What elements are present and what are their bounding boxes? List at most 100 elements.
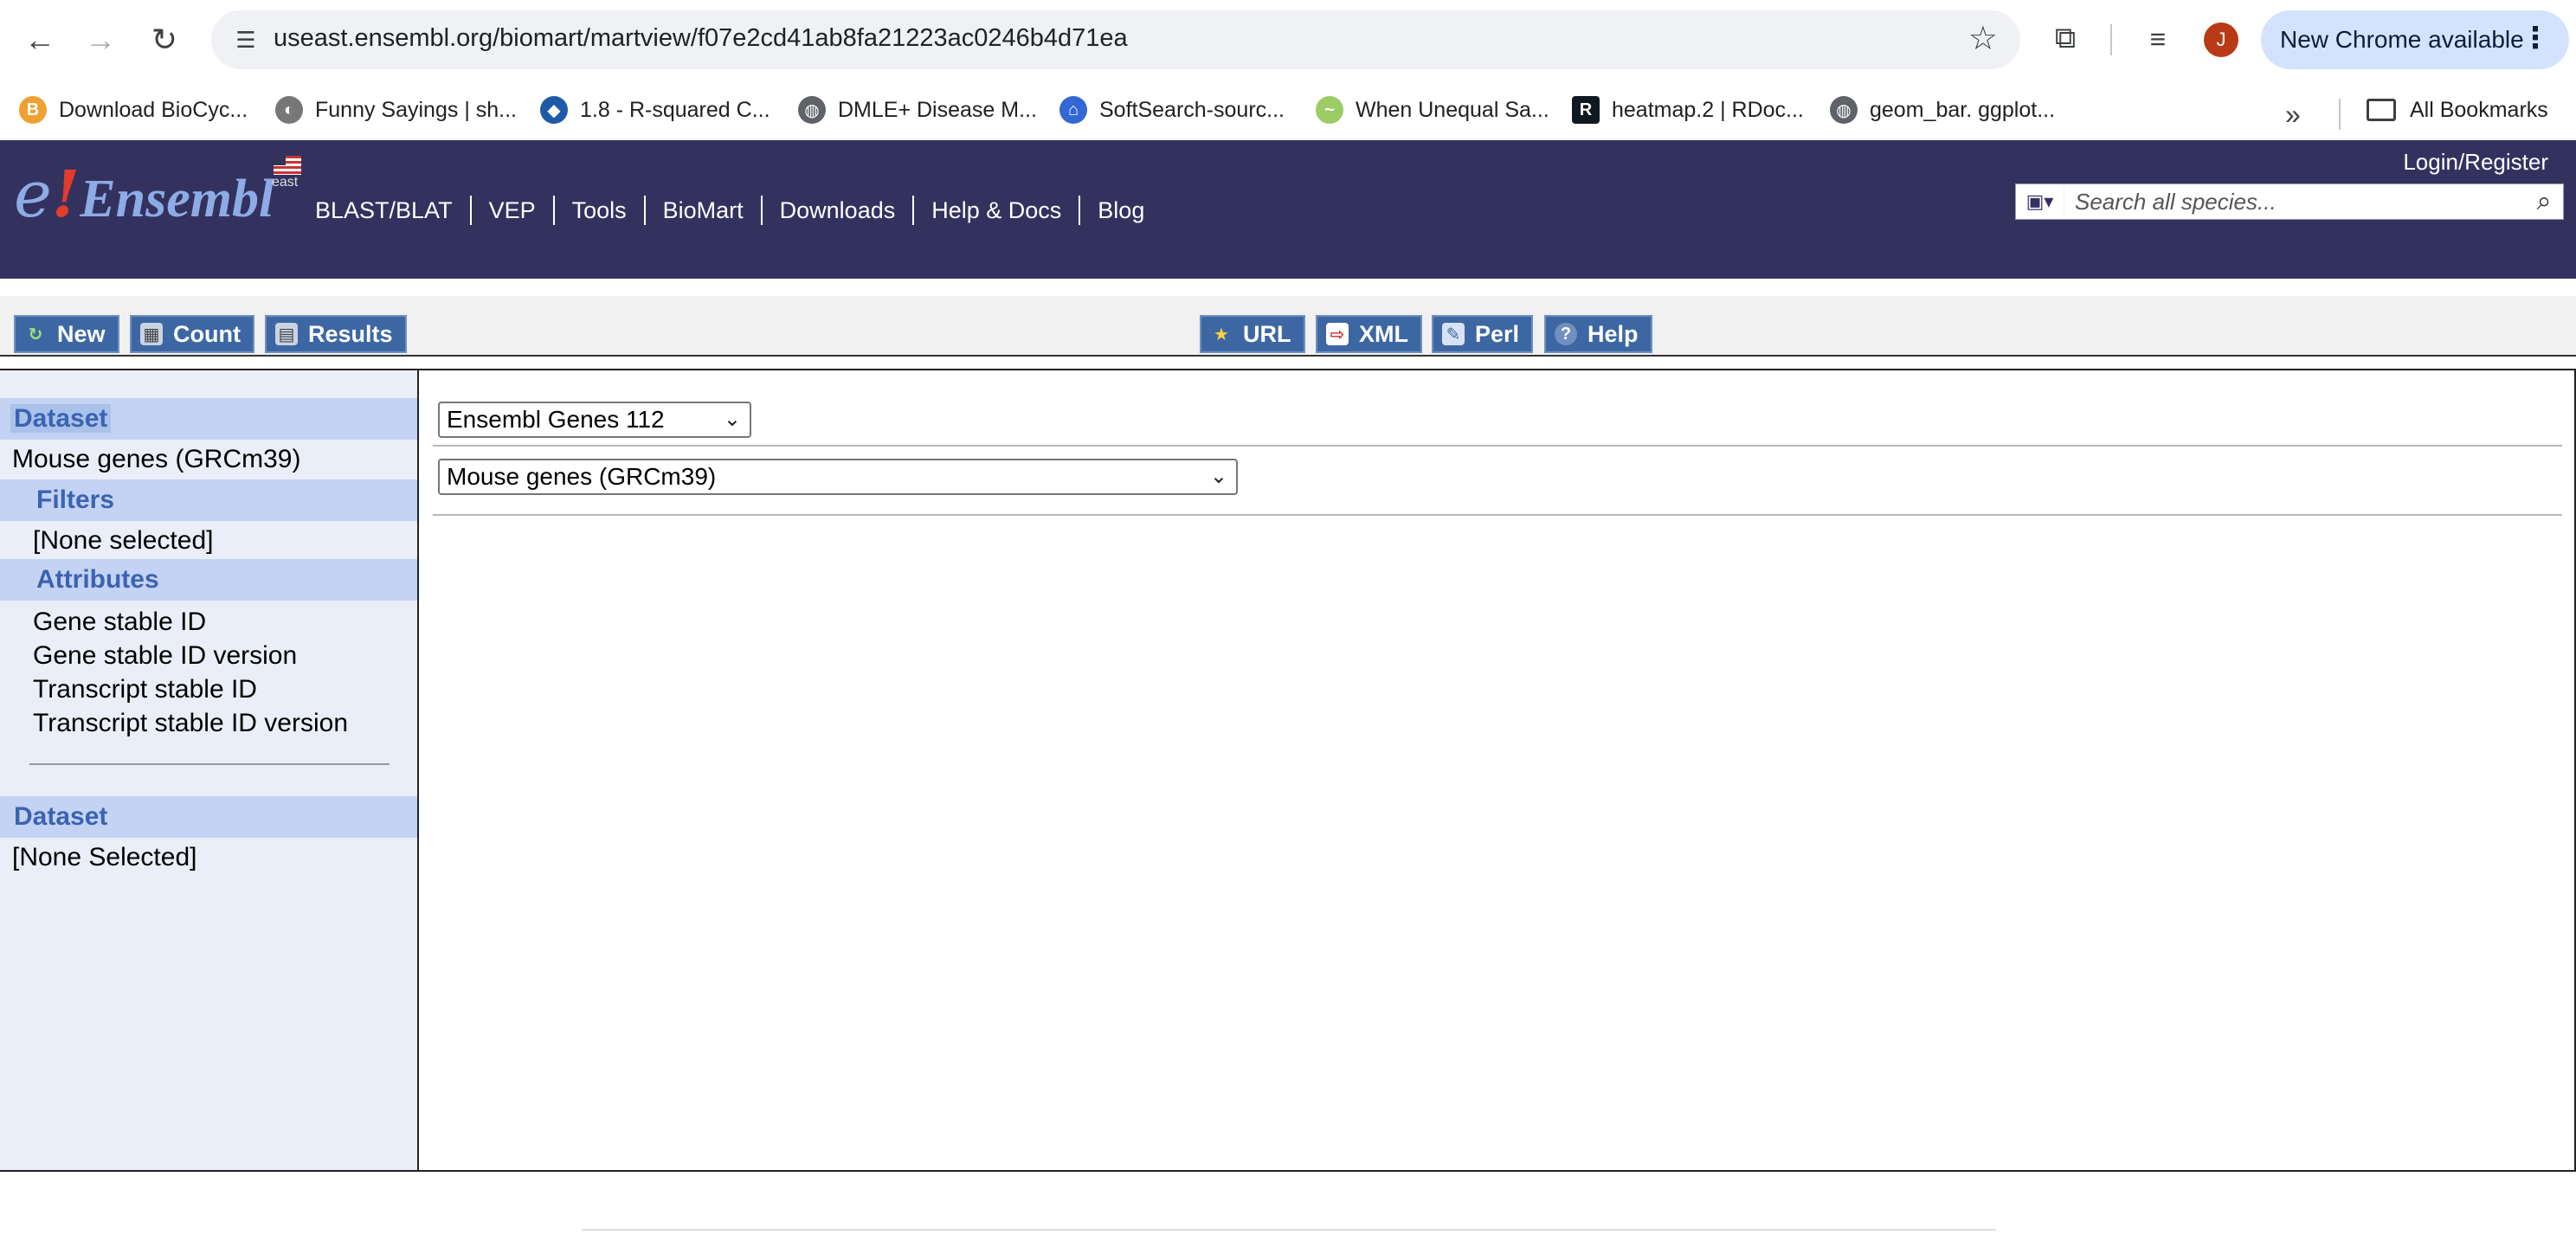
help-button-label: Help — [1587, 320, 1639, 347]
reload-icon[interactable]: ↻ — [138, 14, 190, 66]
bookmark-label: SoftSearch-sourc... — [1099, 97, 1285, 122]
xml-button-label: XML — [1359, 320, 1408, 347]
filters-section-header[interactable]: Filters — [0, 479, 417, 521]
nav-tools[interactable]: Tools — [552, 196, 644, 225]
bookmarks-bar: B Download BioCyc... ◐ Funny Sayings | s… — [0, 81, 2576, 140]
dataset-header-label: Dataset — [10, 404, 112, 433]
perl-button[interactable]: ✎ Perl — [1432, 315, 1534, 353]
help-button[interactable]: ? Help — [1544, 315, 1652, 353]
bookmark-label: DMLE+ Disease M... — [838, 97, 1037, 122]
profile-avatar[interactable]: J — [2204, 23, 2238, 57]
divider — [433, 514, 2562, 516]
query-summary-sidebar: Dataset Mouse genes (GRCm39) Filters [No… — [0, 370, 419, 1170]
bookmark-item[interactable]: B Download BioCyc... — [19, 90, 248, 130]
count-button[interactable]: ▦ Count — [130, 315, 254, 353]
bookmark-item[interactable]: ◍ geom_bar. ggplot... — [1830, 90, 2055, 130]
attributes-section-header[interactable]: Attributes — [0, 559, 417, 601]
database-select[interactable]: Ensembl Genes 112 ⌄ — [438, 402, 751, 438]
bookmark-label: When Unequal Sa... — [1356, 97, 1549, 122]
filters-value[interactable]: [None selected] — [33, 526, 213, 556]
favicon-icon: ~ — [1316, 96, 1343, 124]
logo-word: Ensembl — [80, 170, 274, 228]
bookmark-label: 1.8 - R-squared C... — [580, 97, 770, 122]
bookmark-item[interactable]: ◍ DMLE+ Disease M... — [798, 90, 1037, 130]
nav-help-docs[interactable]: Help & Docs — [912, 196, 1079, 225]
dataset-section-header[interactable]: Dataset — [0, 398, 417, 440]
url-text[interactable]: useast.ensembl.org/biomart/martview/f07e… — [274, 24, 1128, 53]
bookmark-item[interactable]: ◐ Funny Sayings | sh... — [275, 90, 517, 130]
url-button-label: URL — [1243, 320, 1291, 347]
calculator-icon: ▦ — [140, 323, 163, 345]
new-button[interactable]: ↻ New — [14, 315, 119, 353]
folder-icon — [2367, 99, 2396, 121]
dataset2-section-header[interactable]: Dataset — [0, 796, 417, 838]
star-icon: ★ — [1214, 325, 1229, 344]
bookmarks-divider — [2339, 99, 2341, 130]
media-control-icon[interactable]: ≡ — [2138, 19, 2178, 59]
login-register-link[interactable]: Login/Register — [2403, 149, 2548, 176]
nav-blog[interactable]: Blog — [1079, 196, 1162, 225]
extensions-icon[interactable]: ⧉ — [2046, 19, 2084, 57]
biomart-toolbar: ↻ New ▦ Count ▤ Results ★ URL ⇨ XML ✎ Pe… — [0, 296, 2576, 357]
nav-biomart[interactable]: BioMart — [643, 196, 761, 225]
table-icon: ▤ — [275, 323, 298, 345]
dataset-select[interactable]: Mouse genes (GRCm39) ⌄ — [438, 459, 1238, 495]
species-selector-icon[interactable]: ▣▾ — [2016, 184, 2064, 219]
dataset-panel: Ensembl Genes 112 ⌄ Mouse genes (GRCm39)… — [421, 370, 2574, 1170]
species-search-box[interactable]: ▣▾ Search all species... ⌕ — [2015, 183, 2564, 220]
attribute-item: Gene stable ID — [33, 608, 207, 636]
address-bar[interactable]: ☰ useast.ensembl.org/biomart/martview/f0… — [211, 10, 2020, 69]
bookmark-item[interactable]: ⌂ SoftSearch-sourc... — [1059, 90, 1285, 130]
favicon-icon: ⌂ — [1059, 96, 1087, 124]
us-flag-icon — [274, 156, 301, 175]
ensembl-logo[interactable]: e! Ensembl — [14, 158, 274, 232]
bookmark-label: Funny Sayings | sh... — [315, 97, 517, 122]
xml-button[interactable]: ⇨ XML — [1316, 315, 1422, 353]
menu-kebab-icon[interactable]: ⋮ — [2521, 21, 2550, 55]
bookmark-item[interactable]: R heatmap.2 | RDoc... — [1572, 90, 1804, 130]
attribute-item: Transcript stable ID version — [33, 709, 349, 737]
all-bookmarks-label: All Bookmarks — [2410, 97, 2548, 122]
bookmark-star-icon[interactable]: ☆ — [1968, 19, 1998, 58]
logo-e: e — [14, 158, 52, 232]
back-arrow-icon[interactable]: ← — [14, 14, 66, 66]
filters-header-label: Filters — [36, 485, 115, 514]
new-button-label: New — [57, 320, 106, 347]
refresh-icon: ↻ — [28, 325, 43, 344]
forward-arrow-icon[interactable]: → — [74, 14, 126, 66]
search-input[interactable]: Search all species... — [2064, 189, 2525, 215]
dataset-value[interactable]: Mouse genes (GRCm39) — [12, 445, 300, 474]
chrome-update-label: New Chrome available — [2280, 26, 2524, 53]
chevron-down-icon: ⌄ — [1209, 465, 1227, 488]
bookmark-item[interactable]: ◆ 1.8 - R-squared C... — [540, 90, 770, 130]
ensembl-header: e! Ensembl east BLAST/BLAT VEP Tools BioM… — [0, 140, 2576, 279]
browser-toolbar: ← → ↻ ☰ useast.ensembl.org/biomart/martv… — [0, 0, 2576, 81]
favicon-icon: ◐ — [275, 96, 303, 124]
all-bookmarks-button[interactable]: All Bookmarks — [2367, 90, 2548, 130]
attribute-item: Gene stable ID version — [33, 641, 298, 670]
url-button[interactable]: ★ URL — [1200, 315, 1305, 353]
perl-button-label: Perl — [1475, 320, 1520, 347]
bookmark-item[interactable]: ~ When Unequal Sa... — [1316, 90, 1549, 130]
results-button[interactable]: ▤ Results — [265, 315, 407, 353]
search-icon[interactable]: ⌕ — [2525, 187, 2563, 216]
chrome-update-button[interactable]: New Chrome available ⋮ — [2261, 10, 2569, 69]
favicon-icon: ◍ — [1830, 96, 1858, 124]
count-button-label: Count — [173, 320, 241, 347]
dataset2-value[interactable]: [None Selected] — [12, 843, 196, 872]
nav-vep[interactable]: VEP — [469, 196, 553, 225]
chevron-double-right-icon[interactable]: » — [2285, 99, 2301, 131]
ensembl-nav: BLAST/BLAT VEP Tools BioMart Downloads H… — [315, 194, 1162, 227]
mirror-label: east — [272, 175, 299, 190]
nav-downloads[interactable]: Downloads — [760, 196, 913, 225]
nav-blast[interactable]: BLAST/BLAT — [315, 196, 470, 225]
chevron-down-icon: ⌄ — [723, 408, 741, 431]
site-info-icon[interactable]: ☰ — [225, 19, 267, 61]
attributes-header-label: Attributes — [36, 565, 159, 594]
divider — [433, 445, 2562, 447]
attribute-item: Transcript stable ID — [33, 675, 257, 704]
favicon-icon: B — [19, 96, 47, 124]
sidebar-divider — [29, 763, 390, 765]
logo-bang: ! — [51, 158, 80, 232]
bookmark-label: heatmap.2 | RDoc... — [1612, 97, 1804, 122]
